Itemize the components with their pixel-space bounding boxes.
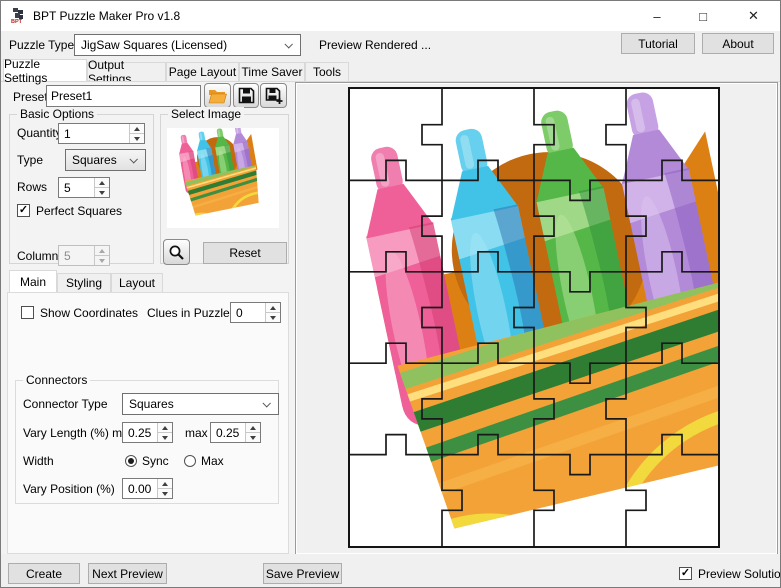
vary-position-value: 0.00 xyxy=(128,482,151,496)
max-spin-buttons[interactable] xyxy=(245,423,260,442)
preview-solution-label: Preview Solution xyxy=(698,567,781,581)
chevron-down-icon xyxy=(262,399,270,407)
zoom-image-button[interactable] xyxy=(163,239,190,265)
vary-length-min-stepper[interactable]: 0.25 xyxy=(122,422,173,443)
reset-image-button[interactable]: Reset xyxy=(203,242,287,264)
next-preview-button[interactable]: Next Preview xyxy=(88,563,167,584)
tab-styling[interactable]: Styling xyxy=(57,273,111,292)
app-window: BPT BPT Puzzle Maker Pro v1.8 – □ ✕ Puzz… xyxy=(0,0,781,588)
magnifier-icon xyxy=(168,244,185,261)
vary-length-max-value: 0.25 xyxy=(216,426,239,440)
vary-length-min-value: 0.25 xyxy=(128,426,151,440)
vary-position-label: Vary Position (%) xyxy=(23,482,115,496)
quantity-spin-buttons[interactable] xyxy=(129,124,144,143)
tab-time-saver[interactable]: Time Saver xyxy=(239,62,305,81)
preview-panel xyxy=(295,82,778,555)
connector-type-label: Connector Type xyxy=(23,397,108,411)
columns-spin-buttons xyxy=(94,246,109,265)
type-value: Squares xyxy=(72,153,117,167)
vary-length-min-label: Vary Length (%) min xyxy=(23,426,132,440)
clues-stepper[interactable]: 0 xyxy=(230,302,281,323)
width-sync-radio[interactable] xyxy=(125,455,137,467)
tutorial-button[interactable]: Tutorial xyxy=(621,33,695,54)
save-preset-button[interactable] xyxy=(233,83,259,108)
tab-puzzle-settings[interactable]: Puzzle Settings xyxy=(3,59,87,81)
min-spin-buttons[interactable] xyxy=(157,423,172,442)
perfect-squares-label: Perfect Squares xyxy=(36,204,122,218)
quantity-stepper[interactable]: 1 xyxy=(58,123,145,144)
type-select[interactable]: Squares xyxy=(65,149,146,171)
rows-stepper[interactable]: 5 xyxy=(58,177,110,198)
perfect-squares-checkbox[interactable]: ✓ xyxy=(17,204,30,217)
vary-position-stepper[interactable]: 0.00 xyxy=(122,478,173,499)
type-label: Type xyxy=(17,153,43,167)
maximize-button[interactable]: □ xyxy=(680,1,726,31)
rows-value: 5 xyxy=(64,181,71,195)
footer-bar: Create Next Preview Save Preview ✓ Previ… xyxy=(1,554,781,588)
tab-main[interactable]: Main xyxy=(9,270,57,292)
clues-value: 0 xyxy=(236,306,243,320)
vary-length-max-stepper[interactable]: 0.25 xyxy=(210,422,261,443)
width-sync-label: Sync xyxy=(142,454,169,468)
save-as-icon xyxy=(265,87,283,105)
width-label: Width xyxy=(23,454,54,468)
open-preset-button[interactable] xyxy=(204,83,231,108)
puzzle-type-label: Puzzle Type xyxy=(9,38,74,52)
tab-output-settings[interactable]: Output Settings xyxy=(87,62,166,81)
title-bar: BPT BPT Puzzle Maker Pro v1.8 – □ ✕ xyxy=(1,1,780,31)
rows-label: Rows xyxy=(17,180,47,194)
puzzle-type-select[interactable]: JigSaw Squares (Licensed) xyxy=(74,34,301,56)
width-max-label: Max xyxy=(201,454,224,468)
close-button[interactable]: ✕ xyxy=(726,1,781,31)
app-icon: BPT xyxy=(10,7,27,24)
preview-solution-checkbox[interactable]: ✓ xyxy=(679,567,692,580)
preset-input[interactable] xyxy=(46,85,201,107)
svg-text:BPT: BPT xyxy=(11,19,23,24)
connectors-title: Connectors xyxy=(23,373,90,387)
tab-page-layout[interactable]: Page Layout xyxy=(166,62,239,81)
connector-type-select[interactable]: Squares xyxy=(122,393,279,415)
save-icon xyxy=(238,87,255,104)
columns-stepper: 5 xyxy=(58,245,110,266)
save-preset-as-button[interactable] xyxy=(260,83,287,108)
preset-label: Preset xyxy=(13,90,48,104)
about-button[interactable]: About xyxy=(702,33,774,54)
tab-tools[interactable]: Tools xyxy=(305,62,349,81)
chevron-down-icon xyxy=(284,40,292,48)
tab-layout[interactable]: Layout xyxy=(111,273,163,292)
vary-length-max-label: max xyxy=(185,426,208,440)
status-text: Preview Rendered ... xyxy=(319,38,431,52)
basic-options-title: Basic Options xyxy=(17,107,97,121)
chevron-down-icon xyxy=(129,155,137,163)
image-thumbnail[interactable] xyxy=(167,128,279,228)
puzzle-preview xyxy=(348,87,720,548)
connector-type-value: Squares xyxy=(129,397,174,411)
folder-icon xyxy=(208,88,227,104)
clues-spin-buttons[interactable] xyxy=(265,303,280,322)
puzzle-type-value: JigSaw Squares (Licensed) xyxy=(81,38,227,52)
select-image-title: Select Image xyxy=(168,107,244,121)
clues-label: Clues in Puzzle xyxy=(147,306,230,320)
rows-spin-buttons[interactable] xyxy=(94,178,109,197)
window-title: BPT Puzzle Maker Pro v1.8 xyxy=(33,1,180,31)
save-preview-button[interactable]: Save Preview xyxy=(263,563,342,584)
width-max-radio[interactable] xyxy=(184,455,196,467)
columns-value: 5 xyxy=(64,249,71,263)
show-coordinates-label: Show Coordinates xyxy=(40,306,138,320)
create-button[interactable]: Create xyxy=(8,563,80,584)
minimize-button[interactable]: – xyxy=(634,1,680,31)
quantity-value: 1 xyxy=(64,127,71,141)
vary-position-spin-buttons[interactable] xyxy=(157,479,172,498)
quantity-label: Quantity xyxy=(17,126,62,140)
show-coordinates-checkbox[interactable]: ✓ xyxy=(21,306,34,319)
puzzle-settings-page: Preset Basic Options xyxy=(1,81,781,554)
